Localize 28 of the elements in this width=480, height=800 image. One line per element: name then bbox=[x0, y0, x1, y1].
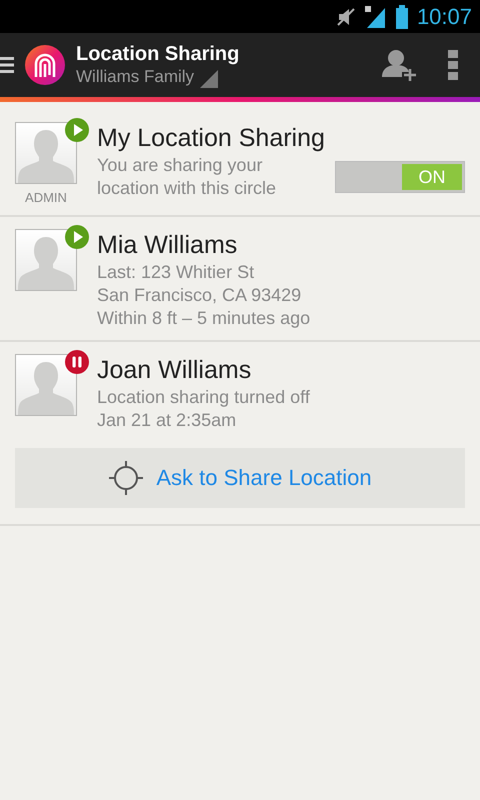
member-detail: Within 8 ft – 5 minutes ago bbox=[97, 307, 312, 330]
avatar-icon bbox=[15, 354, 77, 416]
member-detail: Location sharing turned off bbox=[97, 386, 311, 409]
dropdown-corner-icon[interactable] bbox=[200, 70, 218, 88]
sharing-toggle[interactable]: ON bbox=[335, 161, 465, 193]
menu-icon[interactable] bbox=[0, 55, 14, 75]
ask-to-share-button[interactable]: Ask to Share Location bbox=[15, 448, 465, 508]
signal-icon bbox=[364, 6, 387, 28]
screen-title: Location Sharing bbox=[76, 42, 240, 66]
crosshair-icon bbox=[108, 460, 144, 496]
circle-selector[interactable]: Williams Family bbox=[76, 66, 194, 88]
add-person-icon[interactable] bbox=[382, 47, 418, 83]
member-name: My Location Sharing bbox=[97, 123, 326, 154]
member-detail: Last: 123 Whitier St bbox=[97, 261, 256, 284]
member-detail: San Francisco, CA 93429 bbox=[97, 284, 302, 307]
avatar-icon bbox=[15, 122, 77, 184]
avatar-icon bbox=[15, 229, 77, 291]
overflow-menu-icon[interactable] bbox=[448, 50, 458, 80]
toggle-knob[interactable]: ON bbox=[402, 164, 462, 190]
member-name: Joan Williams bbox=[97, 355, 252, 386]
sharing-description: You are sharing your location with this circle bbox=[97, 154, 278, 200]
role-label: ADMIN bbox=[25, 190, 67, 205]
member-name: Mia Williams bbox=[97, 230, 238, 261]
status-time: 10:07 bbox=[416, 4, 472, 30]
app-logo-icon[interactable] bbox=[24, 44, 66, 86]
member-detail: Jan 21 at 2:35am bbox=[97, 409, 238, 432]
battery-icon bbox=[394, 4, 409, 28]
mute-icon bbox=[334, 6, 357, 28]
